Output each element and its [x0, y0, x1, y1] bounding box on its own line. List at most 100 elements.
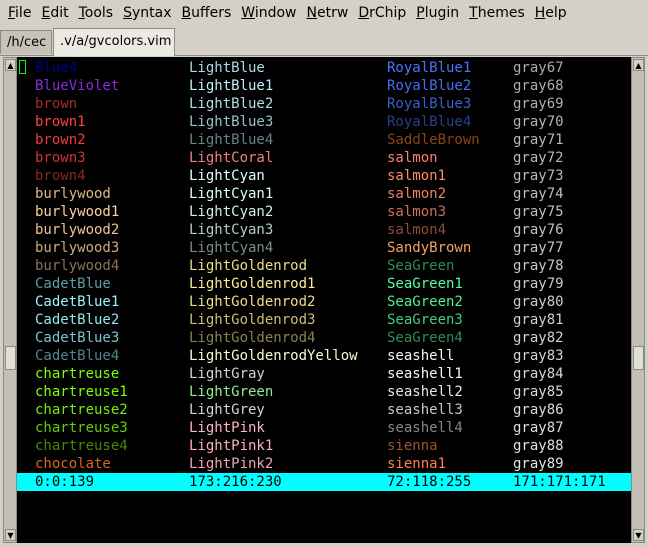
list-item: chartreuse4 LightPink1 sienna gray88 — [17, 437, 631, 455]
color-name-cell: seashell4 — [387, 420, 463, 436]
color-name-cell: chartreuse3 — [35, 420, 128, 436]
color-name-cell: LightBlue1 — [189, 78, 274, 94]
color-name-cell: CadetBlue1 — [35, 294, 120, 310]
color-name-cell: gray72 — [513, 150, 564, 166]
scrollbar-thumb[interactable] — [633, 346, 644, 370]
color-name-cell: salmon1 — [387, 168, 447, 184]
tab-1[interactable]: .v/a/gvcolors.vim — [53, 28, 175, 56]
color-name-cell: burlywood1 — [35, 204, 120, 220]
color-name-cell: chocolate — [35, 456, 111, 472]
color-name-cell: salmon — [387, 150, 438, 166]
menu-bar: File Edit Tools Syntax Buffers Window Netrw DrC… — [0, 0, 648, 26]
scroll-up-arrow-icon[interactable]: ▲ — [5, 59, 16, 71]
tab-bar: /h/cec .v/a/gvcolors.vim — [0, 27, 648, 56]
list-item: burlywood LightCyan1 salmon2 gray74 — [17, 185, 631, 203]
status-rgb-value: 173:216:230 — [189, 474, 282, 490]
list-item: burlywood2 LightCyan3 salmon4 gray76 — [17, 221, 631, 239]
color-name-cell: LightBlue4 — [189, 132, 274, 148]
color-name-cell: CadetBlue2 — [35, 312, 120, 328]
color-name-cell: LightCyan3 — [189, 222, 274, 238]
color-name-cell: chartreuse4 — [35, 438, 128, 454]
color-name-cell: LightBlue3 — [189, 114, 274, 130]
buffer-text-area[interactable]: Blue4 LightBlue RoyalBlue1 gray67 BlueViolet… — [17, 57, 631, 543]
color-name-cell: SeaGreen — [387, 258, 455, 274]
list-item: burlywood4 LightGoldenrod SeaGreen gray78 — [17, 257, 631, 275]
scroll-down-arrow-icon[interactable]: ▼ — [633, 529, 644, 541]
color-name-cell: LightPink — [189, 420, 265, 436]
color-name-cell: LightPink1 — [189, 438, 274, 454]
menu-item-syntax[interactable]: Syntax — [118, 5, 176, 21]
color-name-cell: SaddleBrown — [387, 132, 480, 148]
color-name-cell: chartreuse2 — [35, 402, 128, 418]
color-name-cell: BlueViolet — [35, 78, 120, 94]
color-name-cell: gray85 — [513, 384, 564, 400]
color-name-cell: burlywood4 — [35, 258, 120, 274]
scroll-down-arrow-icon[interactable]: ▼ — [5, 529, 16, 541]
menu-item-help[interactable]: Help — [530, 5, 572, 21]
color-name-cell: brown2 — [35, 132, 86, 148]
color-name-cell: seashell2 — [387, 384, 463, 400]
color-name-cell: gray76 — [513, 222, 564, 238]
color-name-cell: gray80 — [513, 294, 564, 310]
color-name-cell: chartreuse1 — [35, 384, 128, 400]
list-item: chartreuse3 LightPink seashell4 gray87 — [17, 419, 631, 437]
list-item: chartreuse1 LightGreen seashell2 gray85 — [17, 383, 631, 401]
color-name-cell: gray86 — [513, 402, 564, 418]
list-item: BlueViolet LightBlue1 RoyalBlue2 gray68 — [17, 77, 631, 95]
color-name-cell: LightGoldenrod — [189, 258, 308, 274]
color-name-cell: RoyalBlue3 — [387, 96, 472, 112]
color-name-cell: SeaGreen3 — [387, 312, 463, 328]
color-name-cell: LightCoral — [189, 150, 274, 166]
color-name-cell: SeaGreen4 — [387, 330, 463, 346]
menu-item-netrw[interactable]: Netrw — [302, 5, 354, 21]
list-item: chocolate LightPink2 sienna1 gray89 — [17, 455, 631, 473]
color-name-cell: LightBlue2 — [189, 96, 274, 112]
color-name-cell: LightGreen — [189, 384, 274, 400]
left-scrollbar[interactable]: ▲ ▼ — [3, 57, 17, 543]
list-item: chartreuse LightGray seashell1 gray84 — [17, 365, 631, 383]
right-scrollbar[interactable]: ▲ ▼ — [631, 57, 645, 543]
color-name-cell: LightGray — [189, 366, 265, 382]
list-item: chartreuse2 LightGrey seashell3 gray86 — [17, 401, 631, 419]
list-item: burlywood3 LightCyan4 SandyBrown gray77 — [17, 239, 631, 257]
status-rgb-value: 72:118:255 — [387, 474, 472, 490]
menu-item-edit[interactable]: Edit — [36, 5, 73, 21]
color-name-cell: CadetBlue — [35, 276, 111, 292]
color-name-cell: gray81 — [513, 312, 564, 328]
color-name-cell: Blue4 — [35, 60, 78, 76]
status-rgb-value: 171:171:171 — [513, 474, 606, 490]
color-name-cell: LightGoldenrod4 — [189, 330, 316, 346]
color-name-cell: LightGrey — [189, 402, 265, 418]
scrollbar-thumb[interactable] — [5, 346, 16, 370]
color-name-cell: SandyBrown — [387, 240, 472, 256]
menu-item-drchip[interactable]: DrChip — [353, 5, 411, 21]
color-name-cell: LightBlue — [189, 60, 265, 76]
menu-item-plugin[interactable]: Plugin — [411, 5, 464, 21]
list-item: CadetBlue1 LightGoldenrod2 SeaGreen2 gray80 — [17, 293, 631, 311]
list-item: CadetBlue3 LightGoldenrod4 SeaGreen4 gray82 — [17, 329, 631, 347]
color-name-cell: seashell1 — [387, 366, 463, 382]
color-name-cell: seashell — [387, 348, 455, 364]
color-name-cell: CadetBlue3 — [35, 330, 120, 346]
menu-item-window[interactable]: Window — [236, 5, 301, 21]
color-name-cell: gray78 — [513, 258, 564, 274]
color-name-cell: RoyalBlue1 — [387, 60, 472, 76]
color-name-cell: SeaGreen1 — [387, 276, 463, 292]
menu-item-file[interactable]: File — [0, 5, 36, 21]
list-item: brown1 LightBlue3 RoyalBlue4 gray70 — [17, 113, 631, 131]
color-name-cell: salmon4 — [387, 222, 447, 238]
scroll-up-arrow-icon[interactable]: ▲ — [633, 59, 644, 71]
menu-item-tools[interactable]: Tools — [74, 5, 119, 21]
color-name-cell: LightPink2 — [189, 456, 274, 472]
menu-item-buffers[interactable]: Buffers — [177, 5, 237, 21]
color-name-cell: brown1 — [35, 114, 86, 130]
tab-0[interactable]: /h/cec — [0, 30, 52, 54]
menu-item-themes[interactable]: Themes — [464, 5, 530, 21]
color-name-cell: gray82 — [513, 330, 564, 346]
color-name-cell: gray70 — [513, 114, 564, 130]
color-name-cell: brown4 — [35, 168, 86, 184]
list-item: burlywood1 LightCyan2 salmon3 gray75 — [17, 203, 631, 221]
color-name-cell: gray74 — [513, 186, 564, 202]
color-name-cell: salmon2 — [387, 186, 447, 202]
color-name-cell: gray83 — [513, 348, 564, 364]
